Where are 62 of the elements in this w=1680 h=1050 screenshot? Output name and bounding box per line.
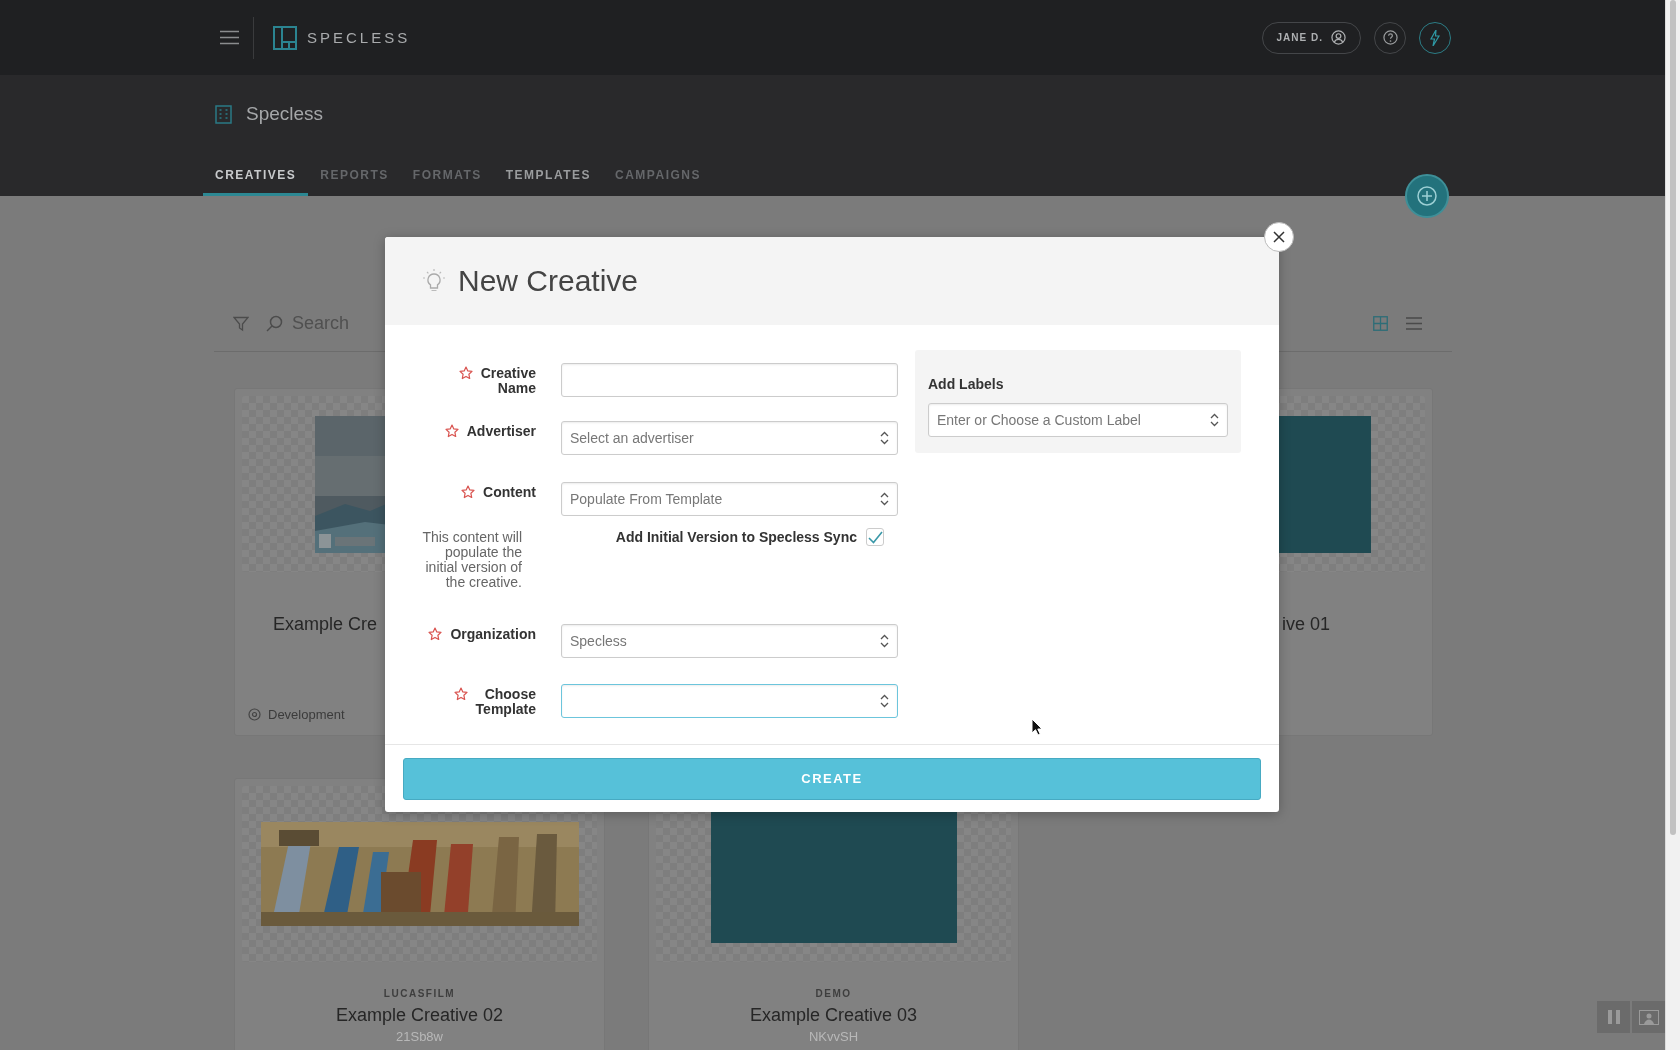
star-icon (453, 687, 468, 701)
star-icon (428, 627, 443, 641)
card-title: Example Creative 03 (749, 1004, 918, 1027)
checkbox[interactable] (866, 528, 884, 546)
field-label: Advertiser (466, 424, 536, 439)
card-title: ive 01 (1282, 613, 1331, 636)
help-icon (1382, 30, 1398, 45)
card-title: Example Creative 02 (335, 1004, 504, 1027)
status-icon (248, 708, 261, 721)
star-icon (458, 366, 473, 380)
plus-icon (1417, 186, 1437, 206)
add-button[interactable] (1405, 174, 1449, 218)
list-view-button[interactable] (1406, 317, 1422, 330)
grid-view-icon (1373, 316, 1388, 331)
chevron-updown-icon (880, 431, 889, 445)
select-field[interactable]: Specless (561, 624, 898, 658)
cursor-icon (1031, 718, 1043, 736)
help-text: This content will populate the initial version of the creative. (421, 528, 523, 590)
advertiser-label: DEMO (815, 988, 852, 999)
lightbulb-icon (423, 269, 445, 293)
tab[interactable]: CREATIVES (203, 168, 309, 196)
person-frame-icon (1638, 1009, 1659, 1025)
modal-title: New Creative (458, 264, 639, 298)
panel-title: Add Labels (928, 376, 1005, 392)
field-label: Content (483, 485, 536, 500)
text-field[interactable] (561, 363, 898, 397)
star-icon (444, 424, 459, 438)
user-icon (1331, 30, 1346, 45)
pause-button[interactable] (1597, 1001, 1630, 1033)
field-label: Creative Name (480, 366, 536, 396)
tab[interactable]: TEMPLATES (493, 168, 604, 196)
check-icon (867, 530, 883, 544)
logo-text: SPECLESS (307, 29, 411, 46)
menu-icon[interactable] (220, 30, 239, 45)
close-icon (1273, 231, 1285, 243)
workspace-title: Specless (246, 103, 324, 125)
checkbox-label: Add Initial Version to Specless Sync (615, 529, 857, 545)
select-field[interactable]: Select an advertiser (561, 421, 898, 455)
picture-in-picture-button[interactable] (1632, 1001, 1665, 1033)
filter-icon[interactable] (233, 315, 249, 332)
chevron-updown-icon (880, 492, 889, 506)
advertiser-label: LUCASFILM (383, 988, 456, 999)
list-view-icon (1406, 317, 1422, 330)
scrollbar-thumb[interactable] (1670, 0, 1676, 835)
label-select-field[interactable]: Enter or Choose a Custom Label (928, 403, 1228, 437)
chevron-updown-icon (880, 634, 889, 648)
card-title: Example Cre (272, 613, 377, 636)
pause-icon (1607, 1010, 1620, 1024)
field-label: Organization (450, 627, 536, 642)
star-icon (461, 485, 476, 499)
search-icon (266, 315, 283, 332)
logo-icon (273, 25, 297, 50)
status-label: Development (268, 707, 345, 722)
building-icon (215, 104, 232, 124)
lightning-icon (1430, 29, 1440, 46)
close-button[interactable] (1264, 222, 1294, 252)
select-field[interactable] (561, 684, 898, 718)
field-label: Choose Template (475, 687, 536, 717)
chevron-updown-icon (1210, 413, 1219, 427)
grid-view-button[interactable] (1373, 316, 1388, 331)
chevron-updown-icon (880, 694, 889, 708)
select-field[interactable]: Populate From Template (561, 482, 898, 516)
